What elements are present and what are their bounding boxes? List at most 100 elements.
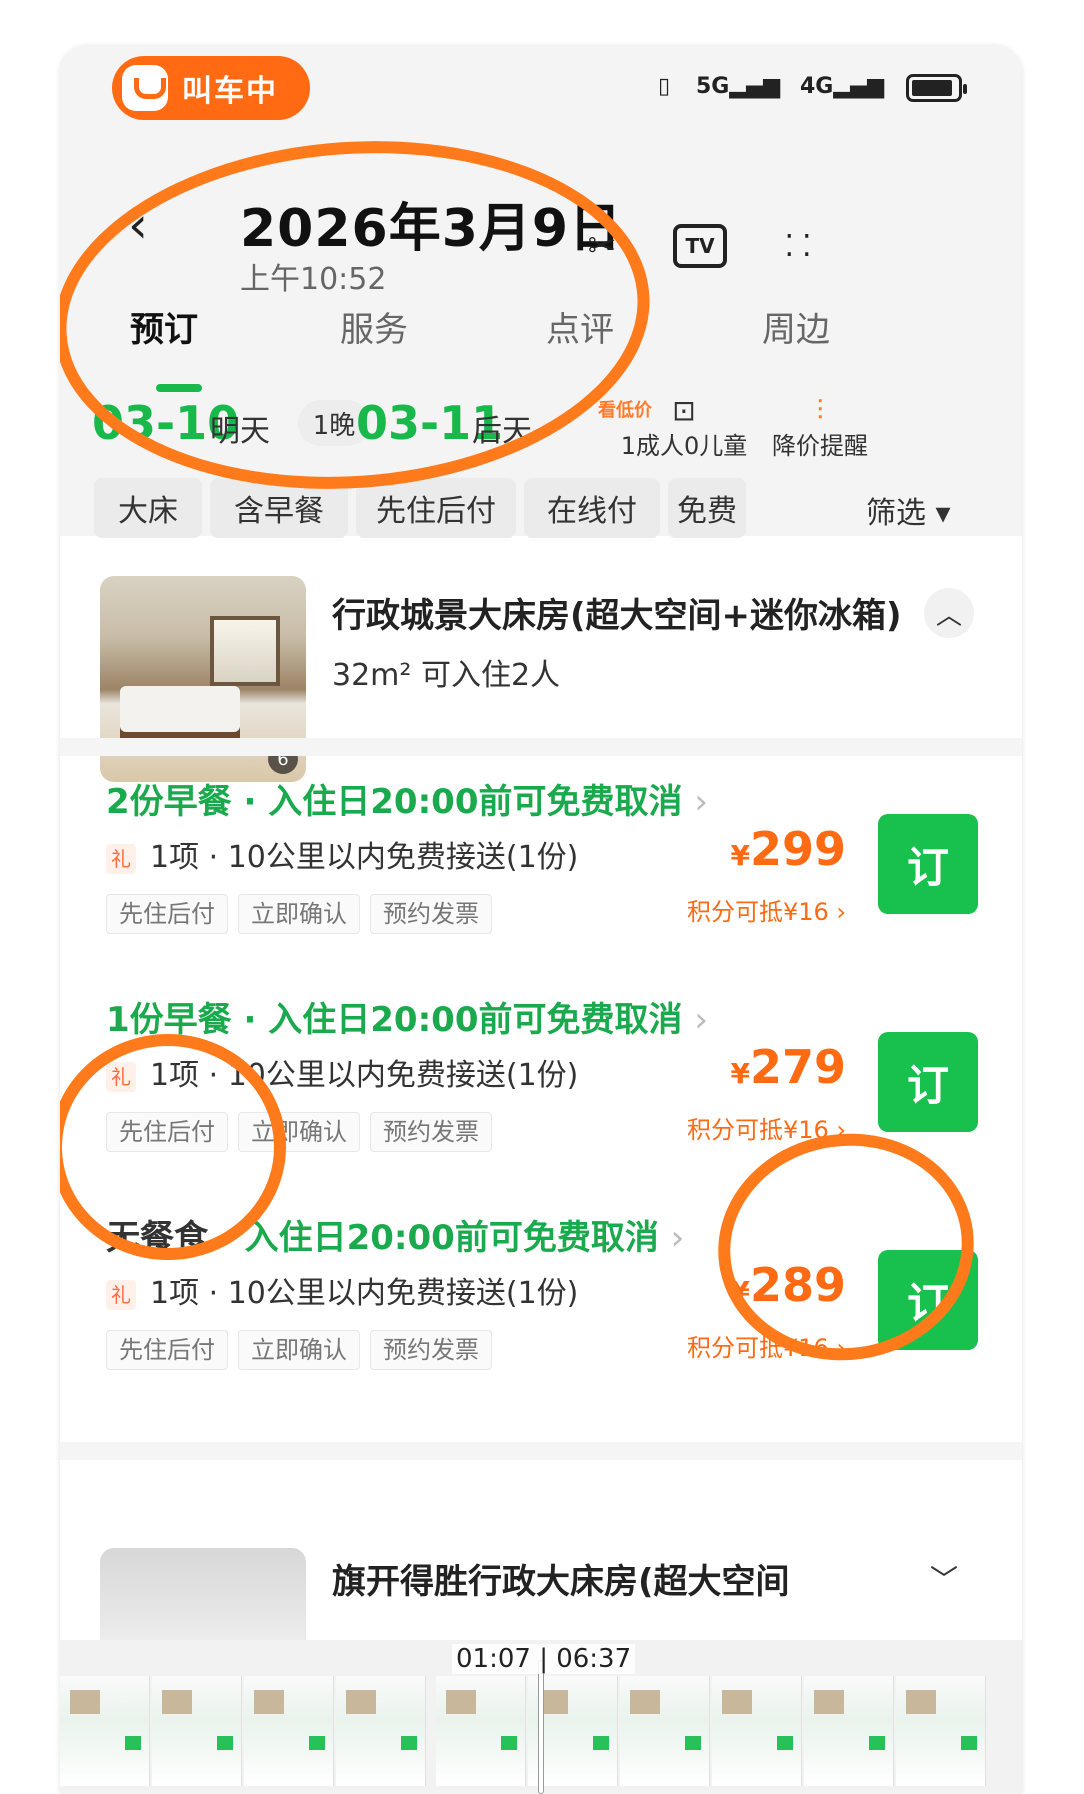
price-alert-label: 降价提醒: [772, 432, 868, 460]
tag: 立即确认: [238, 1112, 360, 1152]
price: ¥299: [730, 822, 846, 876]
room-title[interactable]: 行政城景大床房(超大空间+迷你冰箱): [332, 588, 902, 637]
filter-chip[interactable]: 含早餐: [210, 478, 348, 538]
playhead-handle[interactable]: [538, 1660, 544, 1794]
video-time-indicator: 01:07 | 06:37: [452, 1644, 636, 1674]
status-bar: 叫车中 ▯ 5G▂▄▆ 4G▂▄▆: [60, 46, 1022, 136]
tab-booking[interactable]: 预订: [130, 302, 198, 351]
divider: [60, 738, 1022, 756]
next-room-card[interactable]: 旗开得胜行政大床房(超大空间 ﹀: [60, 1502, 1022, 1648]
points-deduction[interactable]: 积分可抵¥16 ›: [687, 1328, 846, 1363]
tab-active-indicator: [156, 384, 202, 392]
video-frame-thumbnail: [60, 1676, 150, 1786]
video-frame-thumbnail: [896, 1676, 986, 1786]
gift-row: 礼 1项 · 10公里以内免费接送(1份): [106, 1268, 578, 1312]
tag: 先住后付: [106, 1112, 228, 1152]
date-selector[interactable]: 03-10 明天 1晚 03-11 后天 看低价 ⊡ 1成人0儿童 ⫶ 降价提醒: [60, 396, 1022, 466]
tag: 立即确认: [238, 894, 360, 934]
header: ‹ 2026年3月9日 上午10:52 ✂ TV ⁚⁚: [60, 136, 1022, 297]
bed-graphic: [120, 686, 240, 732]
guest-count: 1成人0儿童: [620, 432, 748, 460]
rate-plan: 2份早餐 · 入住日20:00前可免费取消 › 礼 1项 · 10公里以内免费接送…: [60, 774, 1022, 994]
gift-text: 1项 · 10公里以内免费接送(1份): [150, 840, 579, 875]
more-menu-icon[interactable]: ⁚⁚: [772, 216, 832, 276]
ride-status-text: 叫车中: [182, 74, 278, 109]
back-arrow-icon[interactable]: ‹: [128, 196, 148, 254]
video-frame-thumbnail: [436, 1676, 526, 1786]
video-frame-thumbnail: [804, 1676, 894, 1786]
points-deduction[interactable]: 积分可抵¥16 ›: [687, 892, 846, 927]
tab-service[interactable]: 服务: [340, 302, 408, 351]
video-frame-thumbnail: [244, 1676, 334, 1786]
tab-bar: 预订 服务 点评 周边: [60, 302, 1022, 372]
vibrate-icon: ▯: [658, 74, 671, 99]
filter-menu-button[interactable]: 筛选 ▾: [866, 488, 951, 532]
cancel-policy: 入住日20:00前可免费取消: [244, 1218, 659, 1258]
price-drop-icon: ⫶: [816, 394, 824, 427]
share-scissors-icon[interactable]: ✂: [572, 216, 632, 276]
didi-logo-icon: [122, 65, 168, 111]
rate-header[interactable]: 无餐食 · 入住日20:00前可免费取消 ›: [106, 1210, 684, 1259]
gift-icon: 礼: [106, 843, 136, 874]
signal-5g-icon: 5G▂▄▆: [696, 74, 781, 99]
tag: 立即确认: [238, 1330, 360, 1370]
tag: 预约发票: [370, 1330, 492, 1370]
checkout-label: 后天: [472, 414, 532, 449]
tag: 预约发票: [370, 1112, 492, 1152]
filter-chip[interactable]: 先住后付: [356, 478, 516, 538]
divider: [60, 1442, 1022, 1460]
window-graphic: [210, 616, 280, 686]
meal-label: 2份早餐: [106, 782, 232, 822]
tab-nearby[interactable]: 周边: [762, 302, 830, 351]
video-frame-thumbnail: [712, 1676, 802, 1786]
filter-chip[interactable]: 在线付: [524, 478, 660, 538]
filter-chip[interactable]: 大床: [94, 478, 202, 538]
video-frame-thumbnail: [152, 1676, 242, 1786]
points-deduction[interactable]: 积分可抵¥16 ›: [687, 1110, 846, 1145]
tag: 先住后付: [106, 894, 228, 934]
tag-row: 先住后付 立即确认 预约发票: [106, 1112, 502, 1152]
screenshot-time: 上午10:52: [240, 262, 387, 297]
cancel-policy: 入住日20:00前可免费取消: [268, 782, 683, 822]
gift-row: 礼 1项 · 10公里以内免费接送(1份): [106, 1050, 578, 1094]
filter-bar: 大床 含早餐 先住后付 在线付 免费 筛选 ▾: [60, 478, 1022, 542]
phone-screen: 叫车中 ▯ 5G▂▄▆ 4G▂▄▆ ‹ 2026年3月9日 上午10:52 ✂ …: [60, 46, 1022, 1794]
video-frame-thumbnail: [336, 1676, 426, 1786]
door-icon: ⊡: [672, 394, 696, 427]
next-room-title: 旗开得胜行政大床房(超大空间: [332, 1562, 790, 1602]
meal-label: 1份早餐: [106, 1000, 232, 1040]
screenshot-date: 2026年3月9日: [240, 199, 623, 259]
price: ¥279: [730, 1040, 846, 1094]
book-button[interactable]: 订: [878, 1032, 978, 1132]
room-subtitle: 32m² 可入住2人: [332, 658, 561, 693]
battery-icon: [906, 74, 967, 102]
gift-text: 1项 · 10公里以内免费接送(1份): [150, 1276, 579, 1311]
gift-icon: 礼: [106, 1061, 136, 1092]
tag: 预约发票: [370, 894, 492, 934]
rate-header[interactable]: 2份早餐 · 入住日20:00前可免费取消 ›: [106, 774, 708, 823]
gift-row: 礼 1项 · 10公里以内免费接送(1份): [106, 832, 578, 876]
cancel-policy: 入住日20:00前可免费取消: [268, 1000, 683, 1040]
chevron-up-icon[interactable]: ︿: [924, 588, 974, 638]
price: ¥289: [730, 1258, 846, 1312]
book-button[interactable]: 订: [878, 1250, 978, 1350]
next-room-photo[interactable]: [100, 1548, 306, 1648]
signal-4g-icon: 4G▂▄▆: [800, 74, 885, 99]
book-button[interactable]: 订: [878, 814, 978, 914]
filter-chip[interactable]: 免费: [668, 478, 746, 538]
rate-header[interactable]: 1份早餐 · 入住日20:00前可免费取消 ›: [106, 992, 708, 1041]
chevron-down-icon[interactable]: ﹀: [930, 1558, 958, 1598]
video-frame-thumbnail: [620, 1676, 710, 1786]
tag-row: 先住后付 立即确认 预约发票: [106, 1330, 502, 1370]
meal-label: 无餐食: [106, 1218, 208, 1258]
tag: 先住后付: [106, 1330, 228, 1370]
checkin-label: 明天: [210, 414, 270, 449]
tv-cast-icon[interactable]: TV: [670, 216, 730, 276]
rate-plan: 1份早餐 · 入住日20:00前可免费取消 › 礼 1项 · 10公里以内免费接送…: [60, 992, 1022, 1212]
price-alert-button[interactable]: ⫶ 降价提醒: [750, 396, 890, 461]
tab-reviews[interactable]: 点评: [546, 302, 614, 351]
gift-icon: 礼: [106, 1279, 136, 1310]
guest-selector[interactable]: ⊡ 1成人0儿童: [614, 396, 754, 461]
rate-plan: 无餐食 · 入住日20:00前可免费取消 › 礼 1项 · 10公里以内免费接送(…: [60, 1210, 1022, 1430]
ride-status-pill[interactable]: 叫车中: [112, 56, 310, 120]
